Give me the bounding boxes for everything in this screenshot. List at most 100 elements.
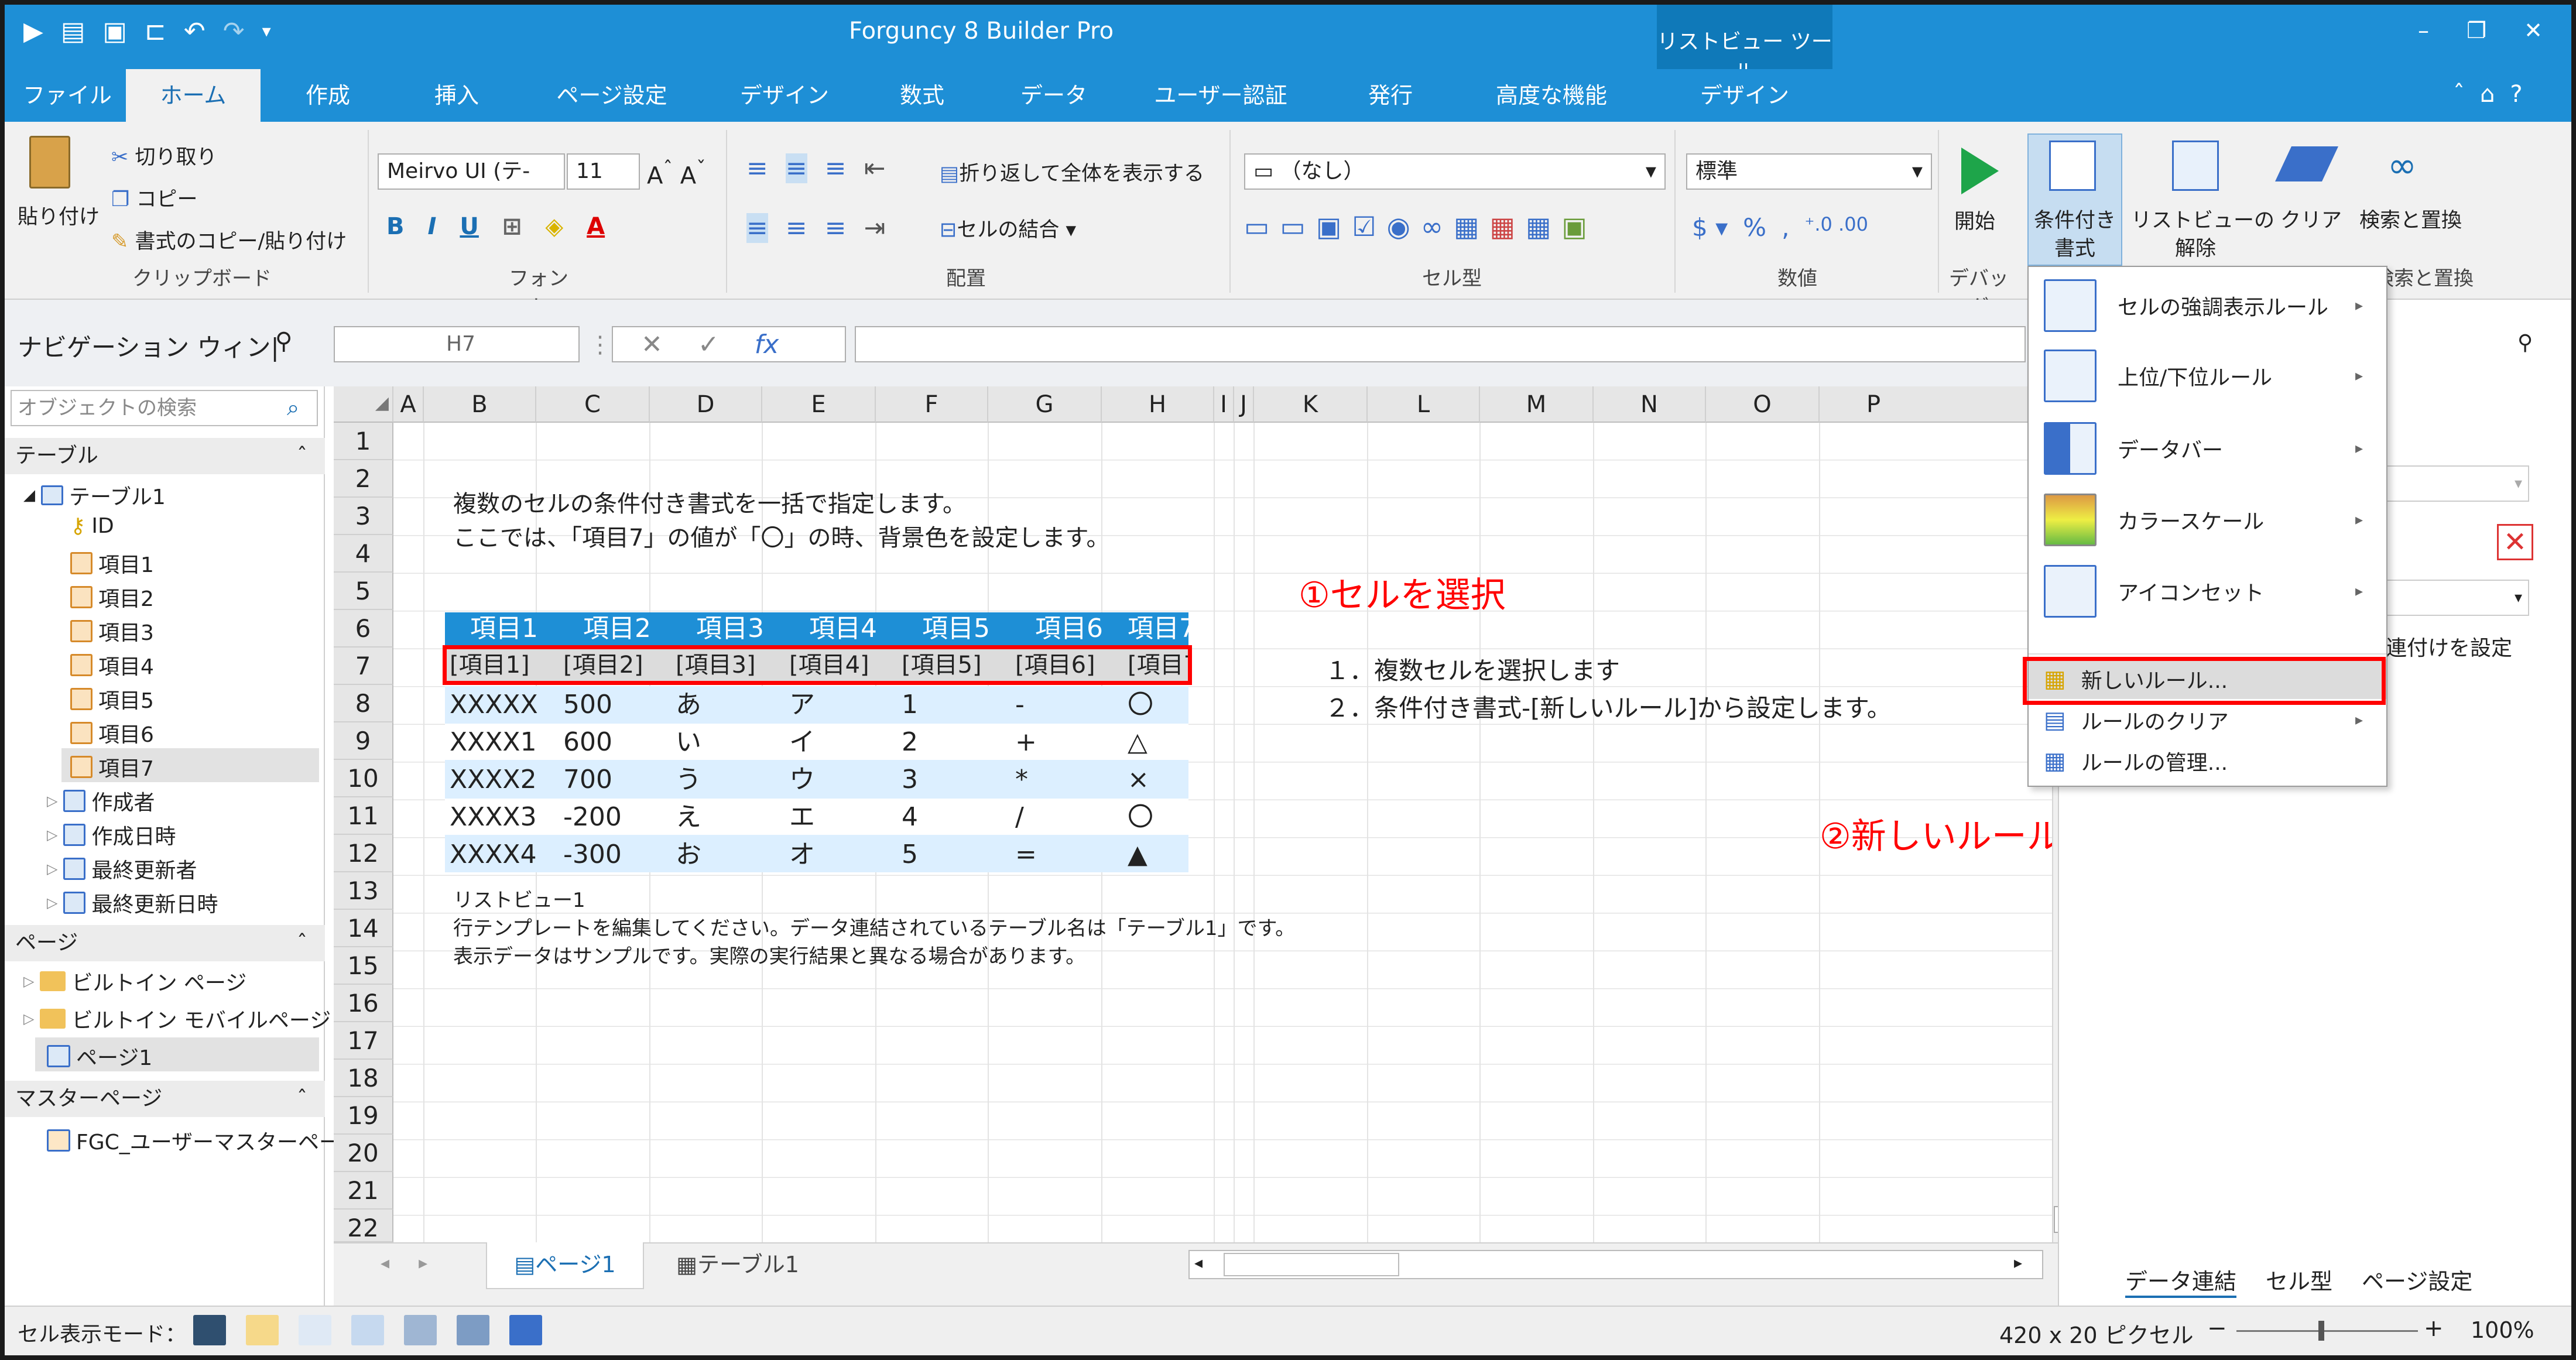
menu-data-bars[interactable]: データバー ▸ [2029,413,2386,484]
zoom-slider-thumb[interactable] [2318,1321,2324,1341]
mode-command-icon[interactable] [404,1315,437,1345]
start-debug-icon[interactable] [1961,148,1999,194]
data-cell[interactable]: 700 [559,763,612,796]
copy-button[interactable]: ❐ コピー [111,183,198,213]
row-header[interactable]: 19 [334,1097,393,1135]
column-header[interactable]: G [988,386,1102,423]
data-cell[interactable]: あ [671,688,701,721]
open-icon[interactable]: ⊏ [145,16,166,46]
border-icon[interactable]: ⊞ [502,213,522,240]
column-header[interactable]: P [1820,386,2058,423]
cell-reference-box[interactable]: H7 [334,326,580,362]
nav-field-id[interactable]: ⚷ ID [70,514,114,538]
data-cell[interactable]: - [1010,688,1025,721]
undo-icon[interactable]: ↶ [184,16,205,46]
paste-icon[interactable] [29,136,70,189]
column-header[interactable]: M [1480,386,1594,423]
nav-field-selected[interactable]: 項目7 [70,752,154,782]
data-cell[interactable]: + [1010,726,1037,759]
data-cell[interactable]: い [671,726,701,759]
row-header[interactable]: 22 [334,1210,393,1242]
collapse-ribbon-icon[interactable]: ˆ [2453,81,2465,108]
data-cell[interactable]: う [671,763,701,796]
row-header[interactable]: 15 [334,947,393,985]
nav-field[interactable]: 項目5 [70,684,154,714]
listview-header-cell[interactable]: 項目1 [445,612,559,645]
home-icon[interactable]: ⌂ [2480,81,2495,108]
spreadsheet-grid[interactable]: ◢ A B C D E F G H I J K L M N O P 1 2 3 … [334,386,2058,1242]
column-header[interactable]: L [1368,386,1480,423]
row-header[interactable]: 20 [334,1135,393,1172]
tab-cell-type[interactable]: セル型 [2266,1263,2332,1298]
data-cell[interactable]: エ [785,801,815,834]
sheet-tab-table1[interactable]: ▦テーブル1 [650,1242,825,1289]
help-icon[interactable]: ? [2510,81,2522,108]
nav-page-current[interactable]: ページ1 [47,1041,152,1071]
nav-meta[interactable]: ▷ 作成者 [47,786,155,816]
column-header[interactable]: I [1214,386,1234,423]
confirm-icon[interactable]: ✓ [698,330,720,359]
menu-color-scales[interactable]: カラースケール ▸ [2029,485,2386,555]
number-format-select[interactable]: 標準 ▾ [1686,153,1932,190]
row-header[interactable]: 12 [334,835,393,872]
nav-meta[interactable]: ▷ 最終更新日時 [47,888,218,918]
row-header[interactable]: 8 [334,685,393,722]
sheet-tab-page1[interactable]: ▤ページ1 [486,1242,644,1289]
pin-icon[interactable]: ⚲ [275,328,292,355]
tab-page-settings[interactable]: ページ設定 [2362,1263,2472,1298]
menu-highlight-rules[interactable]: セルの強調表示ルール ▸ [2029,270,2386,341]
data-cell[interactable]: * [1010,763,1028,796]
sheet-nav-arrows[interactable]: ◂ ▸ [381,1253,427,1273]
font-grow-icon[interactable]: Aˆ Aˇ [647,157,706,189]
mode-listview-icon[interactable] [509,1315,542,1345]
tab-data-binding[interactable]: データ連結 [2125,1263,2237,1298]
data-cell[interactable]: △ [1123,726,1147,759]
tab-page-setup[interactable]: ページ設定 [515,69,708,122]
pin-icon[interactable]: ⚲ [2517,331,2533,355]
listview-header-cell[interactable]: 項目5 [897,612,1010,645]
data-cell[interactable]: 4 [897,801,918,834]
listview-header-cell[interactable]: 項目3 [671,612,785,645]
row-header[interactable]: 13 [334,872,393,910]
column-header[interactable]: B [424,386,536,423]
data-cell[interactable]: オ [785,838,815,871]
data-cell[interactable]: XXXXX [445,688,538,721]
column-header[interactable]: J [1234,386,1254,423]
object-search-input[interactable]: オブジェクトの検索 [11,390,318,426]
customize-icon[interactable]: ▾ [262,21,271,42]
horizontal-align-buttons[interactable]: ≡ ≡ ≡ ⇥ [746,213,886,243]
formula-input[interactable] [855,326,2026,362]
nav-meta[interactable]: ▷ 作成日時 [47,820,176,850]
restore-button[interactable]: ❐ [2467,18,2486,43]
nav-section-page[interactable]: ページ ˆ [0,925,325,961]
column-header[interactable]: O [1706,386,1820,423]
tab-file[interactable]: ファイル [12,69,123,122]
row-header[interactable]: 16 [334,985,393,1022]
nav-master-page[interactable]: FGC_ユーザーマスターペー [47,1125,340,1156]
binding-setting-link[interactable]: 連付けを設定 [2386,631,2512,662]
row-header[interactable]: 3 [334,498,393,535]
row-header[interactable]: 10 [334,760,393,797]
font-family-select[interactable]: Meirvo UI (テ- [378,153,565,190]
minimize-button[interactable]: – [2418,18,2429,43]
row-header[interactable]: 6 [334,610,393,648]
nav-field[interactable]: 項目4 [70,650,154,680]
column-header[interactable]: A [393,386,424,423]
row-header[interactable]: 17 [334,1022,393,1060]
tab-insert[interactable]: 挿入 [398,69,515,122]
data-cell[interactable]: XXXX2 [445,763,537,796]
wrap-text-button[interactable]: ▤折り返して全体を表示する [940,157,1204,187]
data-cell[interactable]: XXXX4 [445,838,537,871]
column-header[interactable]: N [1594,386,1706,423]
data-cell[interactable]: イ [785,726,815,759]
listview-release-label1[interactable]: リストビューの [2131,204,2274,234]
column-header[interactable]: E [762,386,876,423]
data-cell[interactable]: -200 [559,801,622,834]
listview-header-cell[interactable]: 項目2 [559,612,671,645]
row-header[interactable]: 9 [334,722,393,760]
column-header[interactable]: C [536,386,650,423]
tab-design[interactable]: デザイン [714,69,855,122]
zoom-in-button[interactable]: + [2424,1315,2444,1342]
paste-button[interactable]: 貼り付け [18,200,100,230]
data-cell[interactable]: ウ [785,763,815,796]
